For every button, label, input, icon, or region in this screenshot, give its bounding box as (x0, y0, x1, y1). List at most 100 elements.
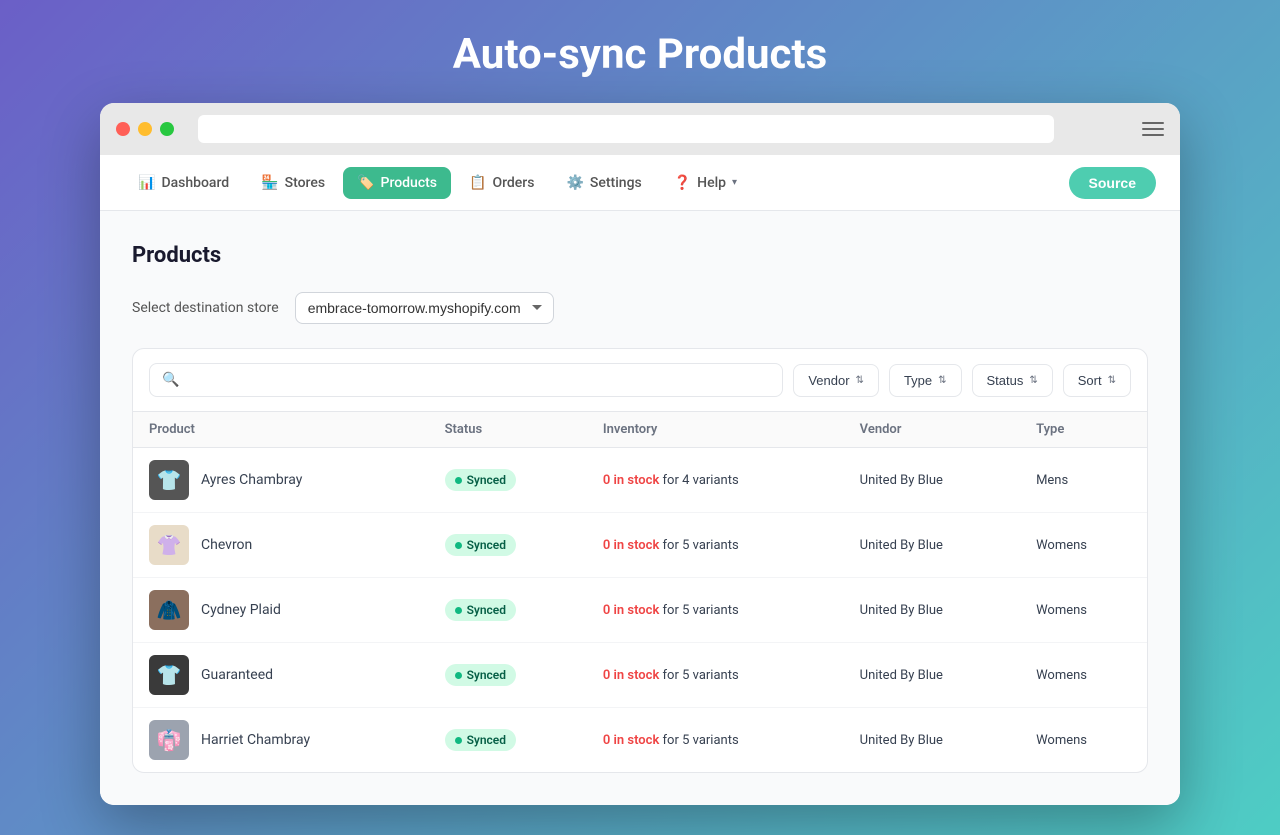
product-name: Cydney Plaid (201, 602, 281, 618)
minimize-dot[interactable] (138, 122, 152, 136)
inventory-cell-2: 0 in stock for 5 variants (587, 578, 844, 643)
vendor-name: United By Blue (860, 473, 943, 488)
main-content: Products Select destination store embrac… (100, 211, 1180, 805)
table-row[interactable]: 🧥 Cydney Plaid Synced 0 in stock for 5 v… (133, 578, 1147, 643)
status-cell-0: Synced (429, 448, 587, 513)
stores-icon: 🏪 (261, 175, 278, 191)
status-cell-1: Synced (429, 513, 587, 578)
nav-item-help[interactable]: ❓ Help ▾ (660, 167, 751, 199)
status-filter-label: Status (987, 373, 1024, 388)
type-cell-1: Womens (1020, 513, 1147, 578)
nav-label-products: Products (381, 175, 438, 191)
product-thumbnail: 👕 (149, 460, 189, 500)
type-name: Womens (1036, 733, 1087, 748)
type-filter-button[interactable]: Type ⇅ (889, 364, 962, 397)
product-name: Guaranteed (201, 667, 273, 683)
nav-item-settings[interactable]: ⚙️ Settings (552, 167, 655, 199)
menu-icon[interactable] (1142, 122, 1164, 136)
nav-item-stores[interactable]: 🏪 Stores (247, 167, 339, 199)
zero-stock: 0 in stock (603, 668, 659, 683)
status-chevron-icon: ⇅ (1029, 375, 1037, 386)
inventory-cell-0: 0 in stock for 4 variants (587, 448, 844, 513)
inventory-text: 0 in stock for 5 variants (603, 538, 739, 553)
status-badge: Synced (445, 599, 516, 621)
status-badge: Synced (445, 729, 516, 751)
type-name: Womens (1036, 668, 1087, 683)
inventory-cell-1: 0 in stock for 5 variants (587, 513, 844, 578)
table-row[interactable]: 👚 Chevron Synced 0 in stock for 5 varian… (133, 513, 1147, 578)
search-icon: 🔍 (162, 372, 179, 388)
vendor-name: United By Blue (860, 668, 943, 683)
nav-bar: 📊 Dashboard 🏪 Stores 🏷️ Products 📋 Order… (100, 155, 1180, 211)
type-cell-4: Womens (1020, 708, 1147, 773)
nav-label-stores: Stores (285, 175, 325, 191)
status-cell-4: Synced (429, 708, 587, 773)
synced-dot-icon (455, 477, 462, 484)
type-cell-0: Mens (1020, 448, 1147, 513)
settings-icon: ⚙️ (566, 175, 583, 191)
page-title: Auto-sync Products (453, 30, 827, 79)
status-badge: Synced (445, 469, 516, 491)
sort-button[interactable]: Sort ⇅ (1063, 364, 1131, 397)
type-name: Womens (1036, 603, 1087, 618)
status-filter-button[interactable]: Status ⇅ (972, 364, 1053, 397)
vendor-chevron-icon: ⇅ (856, 375, 864, 386)
type-filter-label: Type (904, 373, 932, 388)
table-container: 🔍 Vendor ⇅ Type ⇅ Status ⇅ (132, 348, 1148, 773)
status-cell-2: Synced (429, 578, 587, 643)
inventory-text: 0 in stock for 5 variants (603, 668, 739, 683)
zero-stock: 0 in stock (603, 538, 659, 553)
synced-dot-icon (455, 607, 462, 614)
nav-label-orders: Orders (492, 175, 534, 191)
browser-titlebar (100, 103, 1180, 155)
nav-item-orders[interactable]: 📋 Orders (455, 167, 548, 199)
product-cell-2: 🧥 Cydney Plaid (133, 578, 429, 643)
help-chevron-icon: ▾ (732, 177, 737, 188)
nav-item-products[interactable]: 🏷️ Products (343, 167, 451, 199)
inventory-cell-3: 0 in stock for 5 variants (587, 643, 844, 708)
zero-stock: 0 in stock (603, 733, 659, 748)
table-header: Product Status Inventory Vendor Type (133, 412, 1147, 448)
type-name: Mens (1036, 473, 1068, 488)
type-name: Womens (1036, 538, 1087, 553)
zero-stock: 0 in stock (603, 603, 659, 618)
type-cell-2: Womens (1020, 578, 1147, 643)
nav-label-help: Help (697, 175, 726, 191)
search-box: 🔍 (149, 363, 783, 397)
help-icon: ❓ (674, 175, 691, 191)
zero-stock: 0 in stock (603, 473, 659, 488)
vendor-name: United By Blue (860, 538, 943, 553)
nav-items: 📊 Dashboard 🏪 Stores 🏷️ Products 📋 Order… (124, 167, 1069, 199)
vendor-name: United By Blue (860, 733, 943, 748)
product-thumbnail: 👕 (149, 655, 189, 695)
nav-item-dashboard[interactable]: 📊 Dashboard (124, 167, 243, 199)
type-cell-3: Womens (1020, 643, 1147, 708)
col-inventory: Inventory (587, 412, 844, 448)
col-type: Type (1020, 412, 1147, 448)
vendor-filter-button[interactable]: Vendor ⇅ (793, 364, 879, 397)
vendor-filter-label: Vendor (808, 373, 849, 388)
table-body: 👕 Ayres Chambray Synced 0 in stock for 4… (133, 448, 1147, 773)
nav-label-settings: Settings (590, 175, 642, 191)
synced-dot-icon (455, 737, 462, 744)
synced-dot-icon (455, 672, 462, 679)
table-row[interactable]: 👕 Ayres Chambray Synced 0 in stock for 4… (133, 448, 1147, 513)
section-title: Products (132, 243, 1148, 268)
close-dot[interactable] (116, 122, 130, 136)
status-badge: Synced (445, 534, 516, 556)
table-row[interactable]: 👘 Harriet Chambray Synced 0 in stock for… (133, 708, 1147, 773)
source-button[interactable]: Source (1069, 167, 1156, 199)
inventory-text: 0 in stock for 5 variants (603, 733, 739, 748)
maximize-dot[interactable] (160, 122, 174, 136)
address-bar[interactable] (198, 115, 1054, 143)
status-cell-3: Synced (429, 643, 587, 708)
store-selector-dropdown[interactable]: embrace-tomorrow.myshopify.com (295, 292, 554, 324)
product-cell-4: 👘 Harriet Chambray (133, 708, 429, 773)
table-row[interactable]: 👕 Guaranteed Synced 0 in stock for 5 var… (133, 643, 1147, 708)
inventory-text: 0 in stock for 5 variants (603, 603, 739, 618)
inventory-cell-4: 0 in stock for 5 variants (587, 708, 844, 773)
search-input[interactable] (187, 372, 770, 388)
products-icon: 🏷️ (357, 175, 374, 191)
status-badge: Synced (445, 664, 516, 686)
product-cell-1: 👚 Chevron (133, 513, 429, 578)
